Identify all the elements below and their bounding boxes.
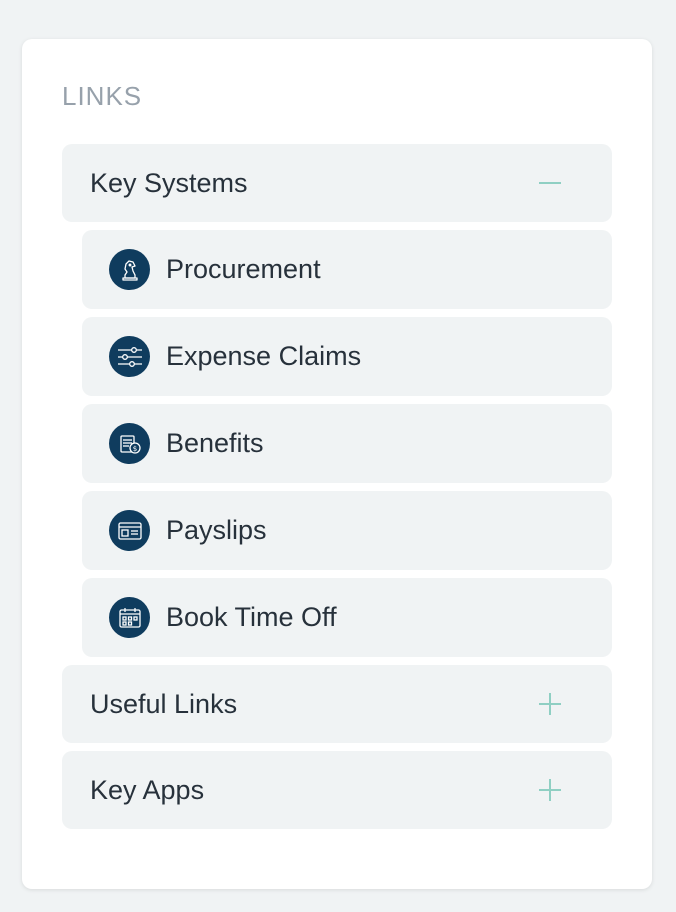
plus-icon[interactable] xyxy=(538,692,562,716)
link-label: Procurement xyxy=(166,254,321,284)
accordion-header-key-apps[interactable]: Key Apps xyxy=(62,751,612,829)
links-card: LINKS Key Systems Procurement Expense Cl… xyxy=(22,39,652,889)
link-label: Expense Claims xyxy=(166,341,362,371)
plus-icon[interactable] xyxy=(538,778,562,802)
link-benefits[interactable]: $ Benefits xyxy=(82,404,612,483)
calendar-icon xyxy=(109,597,150,638)
link-label: Book Time Off xyxy=(166,602,337,632)
link-book-time-off[interactable]: Book Time Off xyxy=(82,578,612,657)
accordion-header-key-systems[interactable]: Key Systems xyxy=(62,144,612,222)
accordion-label: Useful Links xyxy=(90,688,238,719)
accordion-label: Key Systems xyxy=(90,167,248,198)
chess-knight-icon xyxy=(109,249,150,290)
key-systems-list: Procurement Expense Claims $ Benefits Pa… xyxy=(62,230,612,657)
sliders-icon xyxy=(109,336,150,377)
links-accordion: Key Systems Procurement Expense Claims $… xyxy=(62,144,612,837)
section-title: LINKS xyxy=(62,81,143,111)
link-procurement[interactable]: Procurement xyxy=(82,230,612,309)
link-payslips[interactable]: Payslips xyxy=(82,491,612,570)
id-card-icon xyxy=(109,510,150,551)
minus-icon[interactable] xyxy=(538,171,562,195)
cash-register-icon: $ xyxy=(109,423,150,464)
link-label: Payslips xyxy=(166,515,267,545)
svg-text:$: $ xyxy=(132,445,136,453)
accordion-header-useful-links[interactable]: Useful Links xyxy=(62,665,612,743)
link-expense-claims[interactable]: Expense Claims xyxy=(82,317,612,396)
link-label: Benefits xyxy=(166,428,264,458)
accordion-label: Key Apps xyxy=(90,774,205,805)
